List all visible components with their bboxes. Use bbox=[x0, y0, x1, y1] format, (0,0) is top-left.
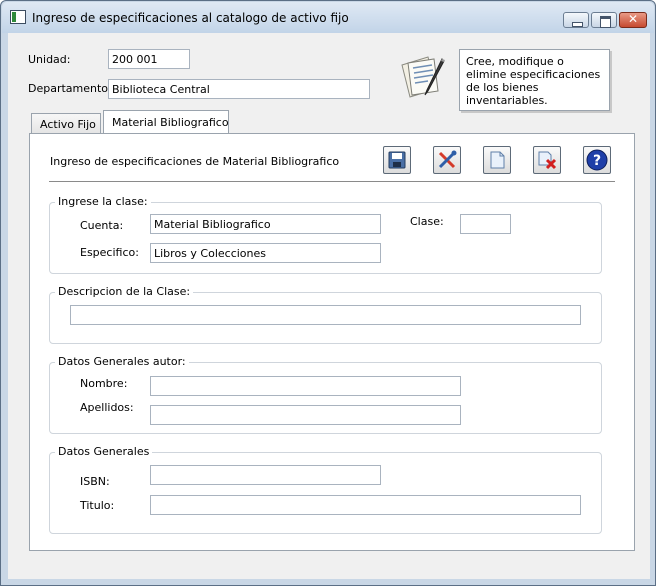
new-document-icon bbox=[490, 151, 505, 169]
datos-generales-group-title: Datos Generales bbox=[55, 445, 153, 458]
edit-button[interactable] bbox=[433, 146, 461, 174]
apellidos-label: Apellidos: bbox=[80, 401, 134, 414]
close-button[interactable]: ✕ bbox=[619, 12, 647, 28]
clase-group-title: Ingrese la clase: bbox=[55, 195, 151, 208]
especifico-field[interactable]: Libros y Colecciones bbox=[150, 243, 381, 263]
floppy-disk-icon bbox=[388, 151, 406, 169]
panel-title: Ingreso de especificaciones de Material … bbox=[50, 155, 340, 168]
header-divider bbox=[49, 181, 615, 182]
descripcion-group-title: Descripcion de la Clase: bbox=[55, 285, 194, 298]
autor-group-title: Datos Generales autor: bbox=[55, 355, 189, 368]
documents-pen-icon bbox=[401, 56, 445, 98]
info-box: Cree, modifique o elimine especificacion… bbox=[459, 49, 610, 111]
application-window: Ingreso de especificaciones al catalogo … bbox=[0, 0, 656, 586]
titulo-field[interactable] bbox=[150, 495, 581, 515]
cuenta-field[interactable]: Material Bibliografico bbox=[150, 214, 381, 234]
delete-document-icon bbox=[538, 151, 557, 170]
unidad-field[interactable]: 200 001 bbox=[108, 49, 190, 69]
maximize-button[interactable] bbox=[591, 12, 617, 28]
help-icon: ? bbox=[586, 149, 608, 171]
autor-group: Datos Generales autor: Nombre: Apellidos… bbox=[49, 355, 602, 434]
app-icon bbox=[10, 10, 26, 24]
window-client-area: Unidad: 200 001 Departamento: Biblioteca… bbox=[8, 33, 650, 579]
help-button[interactable]: ? bbox=[583, 146, 611, 174]
departamento-label: Departamento: bbox=[28, 82, 112, 95]
save-button[interactable] bbox=[383, 146, 411, 174]
delete-button[interactable] bbox=[533, 146, 561, 174]
cuenta-label: Cuenta: bbox=[80, 219, 124, 232]
svg-text:?: ? bbox=[593, 153, 601, 169]
unidad-label: Unidad: bbox=[28, 53, 71, 66]
isbn-label: ISBN: bbox=[80, 475, 110, 488]
apellidos-field[interactable] bbox=[150, 405, 461, 425]
descripcion-group: Descripcion de la Clase: bbox=[49, 285, 602, 344]
clase-label: Clase: bbox=[410, 215, 444, 228]
clase-field[interactable] bbox=[460, 214, 511, 234]
close-icon: ✕ bbox=[627, 12, 639, 26]
tab-material-bibliografico[interactable]: Material Bibliografico bbox=[103, 110, 229, 134]
especifico-label: Especifico: bbox=[80, 246, 139, 259]
title-bar[interactable]: Ingreso de especificaciones al catalogo … bbox=[2, 2, 654, 33]
tools-icon bbox=[438, 150, 457, 169]
descripcion-field[interactable] bbox=[70, 305, 581, 325]
clase-group: Ingrese la clase: Cuenta: Material Bibli… bbox=[49, 195, 602, 274]
window-title: Ingreso de especificaciones al catalogo … bbox=[32, 11, 349, 25]
departamento-field[interactable]: Biblioteca Central bbox=[108, 79, 370, 99]
titulo-label: Titulo: bbox=[80, 499, 115, 512]
tab-activo-fijo[interactable]: Activo Fijo bbox=[31, 113, 101, 134]
minimize-button[interactable] bbox=[563, 12, 589, 28]
nombre-field[interactable] bbox=[150, 376, 461, 396]
nombre-label: Nombre: bbox=[80, 377, 128, 390]
tab-panel-material-bibliografico: Ingreso de especificaciones de Material … bbox=[29, 133, 635, 551]
isbn-field[interactable] bbox=[150, 465, 381, 485]
new-button[interactable] bbox=[483, 146, 511, 174]
datos-generales-group: Datos Generales ISBN: Titulo: bbox=[49, 445, 602, 534]
